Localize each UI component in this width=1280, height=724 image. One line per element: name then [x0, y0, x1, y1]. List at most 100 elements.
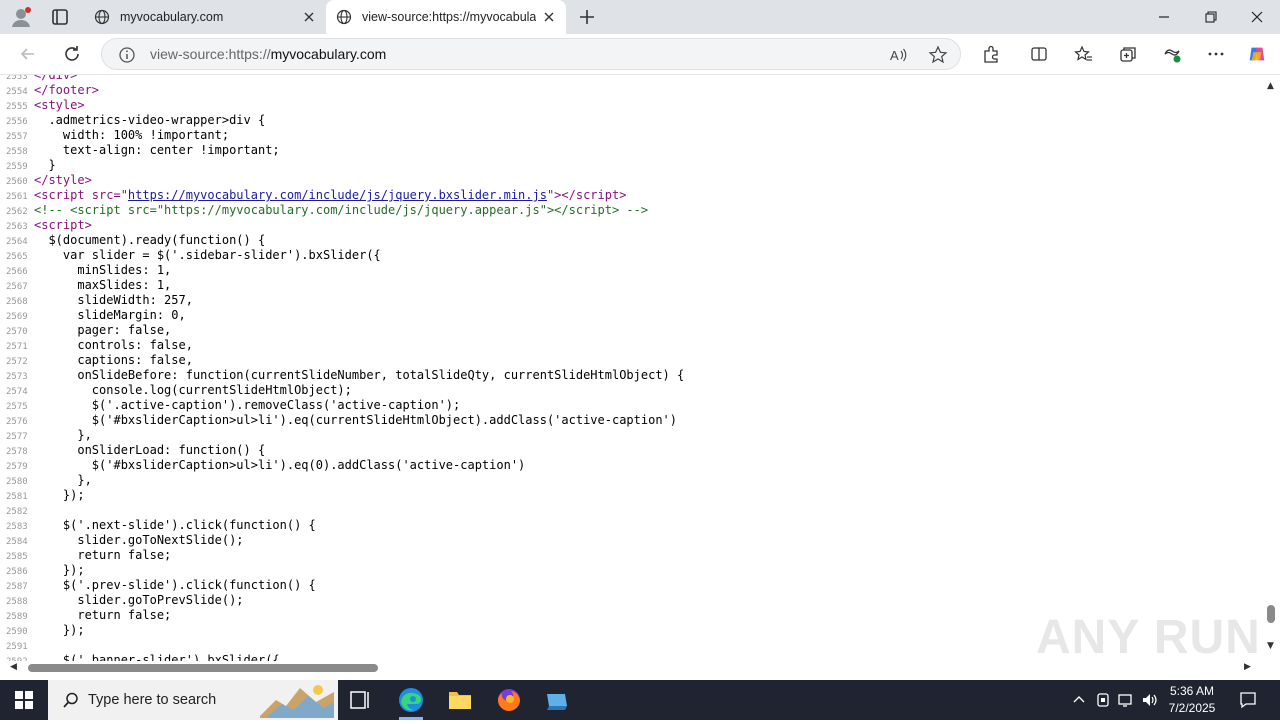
taskbar-search[interactable]: Type here to search	[48, 680, 338, 720]
line-code: text-align: center !important;	[34, 143, 280, 157]
search-icon	[63, 692, 78, 708]
more-options-icon[interactable]	[1206, 44, 1226, 64]
line-code: },	[34, 428, 92, 442]
line-code: return false;	[34, 608, 172, 622]
line-code: $('#bxsliderCaption>ul>li').eq(0).addCla…	[34, 458, 526, 472]
close-icon[interactable]	[542, 10, 556, 24]
network-icon[interactable]	[1117, 691, 1135, 709]
globe-icon	[94, 9, 110, 25]
browser-essentials-icon[interactable]	[1162, 44, 1182, 64]
source-line: 2570 pager: false,	[0, 323, 1262, 338]
task-view-icon[interactable]	[336, 680, 384, 720]
line-code: pager: false,	[34, 323, 172, 337]
collections-icon[interactable]	[1118, 44, 1138, 64]
line-code: $('.banner-slider').bxSlider({	[34, 653, 280, 661]
search-placeholder: Type here to search	[88, 692, 217, 708]
source-line: 2581 });	[0, 488, 1262, 503]
line-code: $('.prev-slide').click(function() {	[34, 578, 316, 592]
notification-icon[interactable]	[1238, 690, 1258, 710]
source-line: 2555 <style>	[0, 98, 1262, 113]
tab-title: view-source:https://myvocabulary.com	[362, 10, 536, 24]
back-arrow-icon[interactable]	[18, 44, 38, 64]
source-line: 2582	[0, 503, 1262, 518]
vertical-scrollbar[interactable]: ▲ ▼	[1262, 75, 1280, 661]
split-screen-icon[interactable]	[1029, 44, 1049, 64]
horizontal-scroll-thumb[interactable]	[28, 664, 378, 672]
line-code: </div>	[34, 75, 78, 82]
taskbar-edge[interactable]	[387, 680, 435, 720]
line-code: maxSlides: 1,	[34, 278, 172, 292]
vertical-scroll-thumb[interactable]	[1267, 605, 1275, 623]
source-link[interactable]: https://myvocabulary.com/include/js/jque…	[128, 188, 547, 202]
profile-icon[interactable]	[10, 6, 32, 28]
scroll-down-arrow-icon[interactable]: ▼	[1267, 641, 1274, 651]
new-tab-plus-icon[interactable]	[578, 8, 596, 26]
source-line: 2572 captions: false,	[0, 353, 1262, 368]
close-icon[interactable]	[302, 10, 316, 24]
line-code: slideMargin: 0,	[34, 308, 186, 322]
favorites-icon[interactable]	[1073, 44, 1093, 64]
source-line: 2553 </div>	[0, 75, 1262, 83]
line-code: console.log(currentSlideHtmlObject);	[34, 383, 352, 397]
source-line: 2569 slideMargin: 0,	[0, 308, 1262, 323]
source-line: 2561 <script src="https://myvocabulary.co…	[0, 188, 1262, 203]
taskbar-app-icon[interactable]	[533, 680, 581, 720]
tab-view-source[interactable]: view-source:https://myvocabulary.com	[326, 0, 566, 34]
info-icon[interactable]	[118, 46, 136, 64]
line-code: <script src="https://myvocabulary.com/in…	[34, 188, 627, 202]
chevron-up-icon[interactable]	[1070, 691, 1088, 709]
meet-now-icon[interactable]	[1094, 691, 1112, 709]
volume-icon[interactable]	[1141, 691, 1159, 709]
line-code: $('.active-caption').removeClass('active…	[34, 398, 461, 412]
svg-text:A: A	[890, 48, 899, 63]
source-line: 2556 .admetrics-video-wrapper>div {	[0, 113, 1262, 128]
clock-time: 5:36 AM	[1169, 684, 1215, 698]
source-line: 2571 controls: false,	[0, 338, 1262, 353]
source-line: 2577 },	[0, 428, 1262, 443]
line-code: },	[34, 473, 92, 487]
line-code: $(document).ready(function() {	[34, 233, 266, 247]
windows-start-icon[interactable]	[0, 680, 48, 720]
read-aloud-icon[interactable]: A	[888, 45, 908, 65]
extensions-icon[interactable]	[981, 44, 1001, 64]
source-line: 2567 maxSlides: 1,	[0, 278, 1262, 293]
source-line: 2583 $('.next-slide').click(function() {	[0, 518, 1262, 533]
line-code: }	[34, 158, 56, 172]
line-code: });	[34, 623, 85, 637]
line-code: </footer>	[34, 83, 100, 97]
scroll-left-arrow-icon[interactable]: ◀	[10, 662, 17, 672]
source-line: 2560 </style>	[0, 173, 1262, 188]
close-window-icon[interactable]	[1248, 8, 1266, 26]
source-line: 2586 });	[0, 563, 1262, 578]
source-line: 2559 }	[0, 158, 1262, 173]
line-code: onSlideBefore: function(currentSlideNumb…	[34, 368, 685, 382]
source-line: 2576 $('#bxsliderCaption>ul>li').eq(curr…	[0, 413, 1262, 428]
source-line: 2588 slider.goToPrevSlide();	[0, 593, 1262, 608]
firefox-icon[interactable]	[485, 680, 533, 720]
address-bar[interactable]: view-source:https://myvocabulary.com A	[101, 38, 961, 70]
minimize-icon[interactable]	[1155, 8, 1173, 26]
line-code: <style>	[34, 98, 85, 112]
source-line: 2585 return false;	[0, 548, 1262, 563]
tab-myvocabulary[interactable]: myvocabulary.com	[84, 0, 326, 34]
tab-actions-icon[interactable]	[50, 7, 70, 27]
tab-title: myvocabulary.com	[120, 10, 224, 24]
source-line: 2557 width: 100% !important;	[0, 128, 1262, 143]
search-highlight-image	[260, 685, 334, 718]
refresh-icon[interactable]	[62, 44, 82, 64]
copilot-icon[interactable]	[1247, 44, 1267, 64]
file-explorer-icon[interactable]	[436, 680, 484, 720]
source-line: 2563 <script>	[0, 218, 1262, 233]
edge-icon	[399, 688, 423, 712]
taskbar-clock[interactable]: 5:36 AM 7/2/2025	[1160, 683, 1224, 717]
line-code: minSlides: 1,	[34, 263, 172, 277]
line-code: $('#bxsliderCaption>ul>li').eq(currentSl…	[34, 413, 677, 427]
line-code: var slider = $('.sidebar-slider').bxSlid…	[34, 248, 381, 262]
source-line: 2554 </footer>	[0, 83, 1262, 98]
line-code: slideWidth: 257,	[34, 293, 193, 307]
line-code: </style>	[34, 173, 92, 187]
restore-icon[interactable]	[1202, 8, 1220, 26]
scroll-up-arrow-icon[interactable]: ▲	[1267, 81, 1274, 91]
favorite-star-icon[interactable]	[928, 45, 948, 65]
line-code: });	[34, 563, 85, 577]
